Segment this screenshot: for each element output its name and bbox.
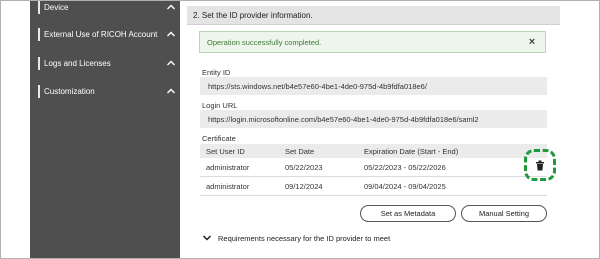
trash-icon — [536, 160, 544, 170]
sidebar-item-external-use[interactable]: External Use of RICOH Account — [38, 24, 176, 44]
sidebar-item-customization[interactable]: Customization — [38, 81, 176, 101]
sidebar-item-device[interactable]: Device — [38, 1, 176, 17]
cell-expiration: 09/04/2024 - 09/04/2025 — [364, 181, 446, 191]
sidebar-item-label: Device — [44, 2, 69, 12]
app-frame: Device External Use of RICOH Account Log… — [0, 0, 600, 259]
certificate-label: Certificate — [202, 134, 236, 143]
close-icon[interactable]: × — [525, 35, 539, 49]
sidebar-item-logs-licenses[interactable]: Logs and Licenses — [38, 53, 176, 73]
sidebar-item-label: Logs and Licenses — [44, 58, 111, 68]
alert-message: Operation successfully completed. — [207, 37, 322, 47]
nav-marker — [38, 27, 40, 41]
success-alert: Operation successfully completed. × — [199, 31, 546, 53]
section-title: 2. Set the ID provider information. — [187, 6, 560, 25]
cell-user-id: administrator — [206, 181, 250, 191]
table-row: administrator 09/12/2024 09/04/2024 - 09… — [200, 177, 547, 196]
table-row: administrator 05/22/2023 05/22/2023 - 05… — [200, 158, 547, 177]
entity-id-label: Entity ID — [202, 68, 231, 77]
sidebar-item-label: Customization — [44, 86, 95, 96]
entity-id-value: https://sts.windows.net/b4e57e60-4be1-4d… — [200, 77, 547, 95]
nav-marker — [38, 56, 40, 70]
set-as-metadata-button[interactable]: Set as Metadata — [360, 205, 456, 222]
column-header: Set User ID — [206, 146, 245, 156]
chevron-up-icon — [167, 60, 175, 66]
column-header: Set Date — [285, 146, 315, 156]
chevron-up-icon — [167, 88, 175, 94]
requirements-expander[interactable]: Requirements necessary for the ID provid… — [202, 232, 390, 244]
certificate-table: Set User ID Set Date Expiration Date (St… — [200, 144, 547, 196]
manual-setting-button[interactable]: Manual Setting — [461, 205, 547, 222]
nav-marker — [38, 84, 40, 98]
chevron-up-icon — [167, 4, 175, 10]
main-content: 2. Set the ID provider information. Oper… — [180, 1, 567, 258]
column-header: Expiration Date (Start - End) — [364, 146, 459, 156]
delete-certificate-button[interactable] — [524, 149, 556, 181]
sidebar: Device External Use of RICOH Account Log… — [30, 1, 180, 258]
sidebar-item-label: External Use of RICOH Account — [44, 29, 158, 39]
chevron-down-icon — [202, 235, 212, 241]
login-url-label: Login URL — [202, 101, 238, 110]
login-url-value: https://login.microsoftonline.com/b4e57e… — [200, 110, 547, 128]
table-header: Set User ID Set Date Expiration Date (St… — [200, 144, 547, 158]
cell-set-date: 09/12/2024 — [285, 181, 323, 191]
chevron-up-icon — [167, 31, 175, 37]
cell-user-id: administrator — [206, 162, 250, 172]
right-margin — [567, 1, 599, 258]
nav-marker — [38, 1, 40, 14]
cell-expiration: 05/22/2023 - 05/22/2026 — [364, 162, 446, 172]
requirements-label: Requirements necessary for the ID provid… — [218, 233, 391, 243]
cell-set-date: 05/22/2023 — [285, 162, 323, 172]
